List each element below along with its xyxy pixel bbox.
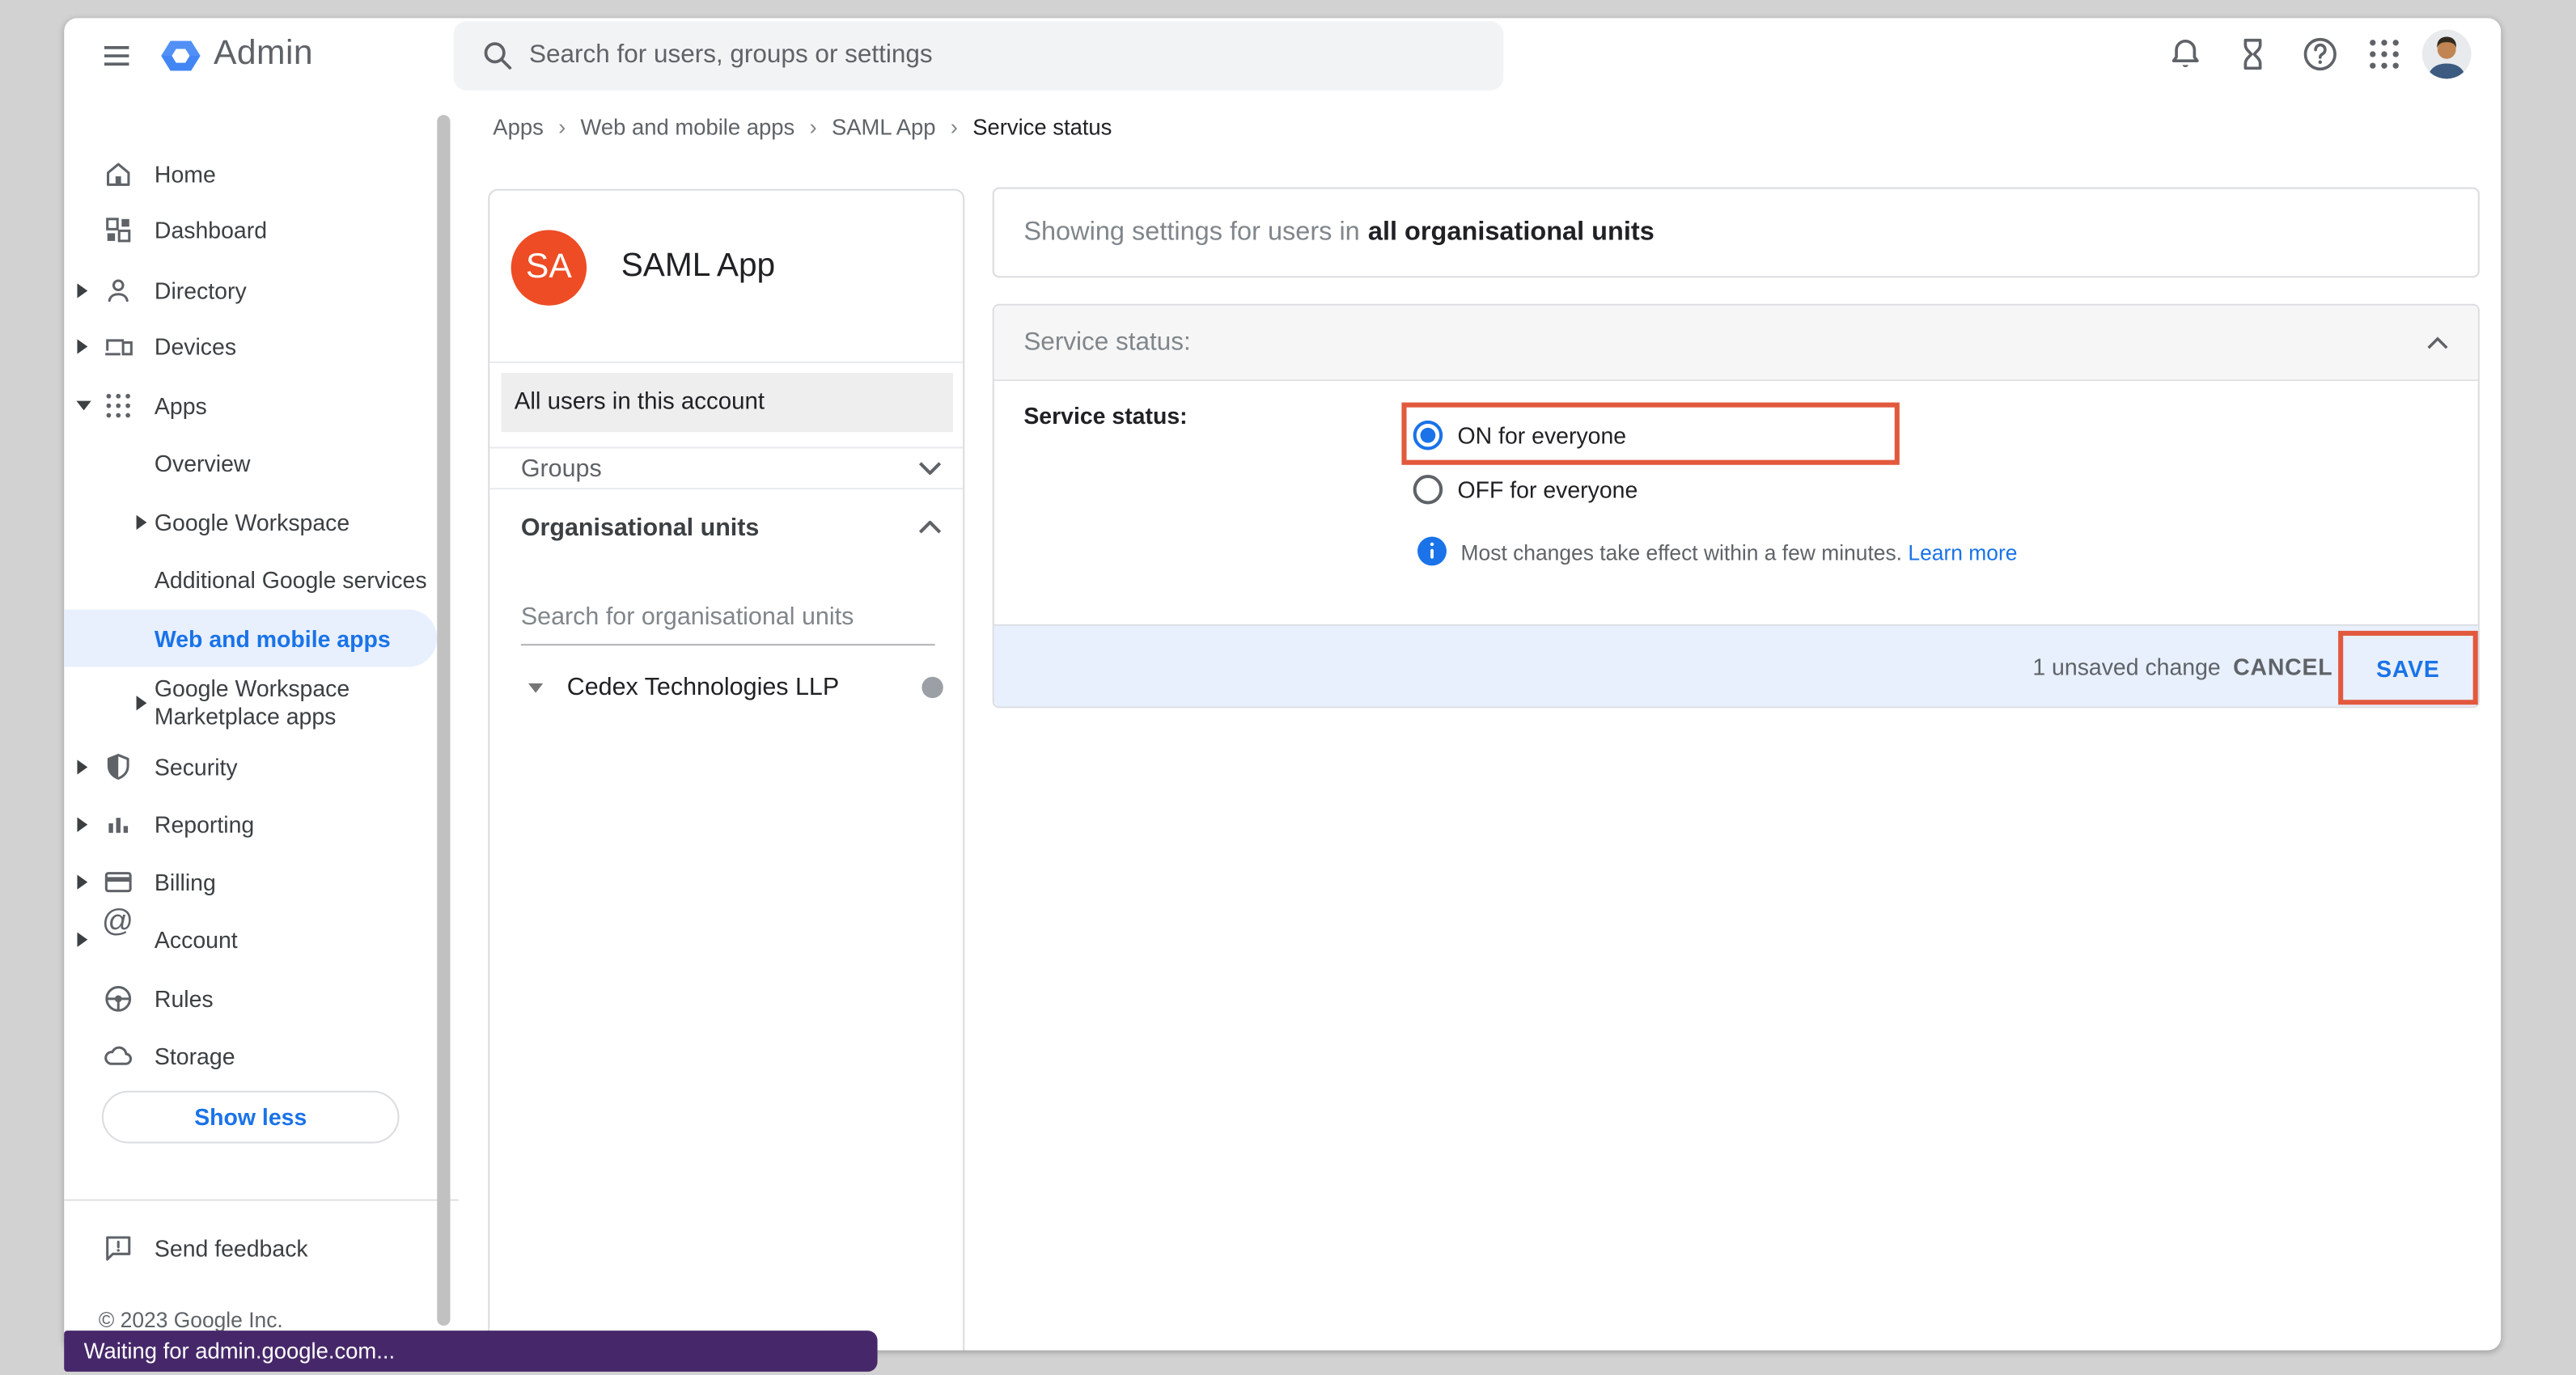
- breadcrumb-service-status: Service status: [972, 115, 1112, 139]
- expand-down-icon[interactable]: [75, 400, 91, 412]
- sidebar-item-web-and-mobile-apps[interactable]: Web and mobile apps: [64, 610, 437, 667]
- chevron-up-icon[interactable]: [2427, 336, 2448, 349]
- radio-label-on[interactable]: ON for everyone: [1457, 422, 1626, 448]
- admin-console-page: Admin: [0, 0, 2576, 1375]
- billing-icon: [102, 865, 135, 899]
- reporting-icon: [102, 808, 135, 841]
- expand-right-icon[interactable]: [75, 932, 88, 948]
- dashboard-icon: [102, 214, 135, 247]
- sidebar-item-devices[interactable]: Devices: [64, 319, 458, 374]
- devices-icon: [102, 330, 135, 363]
- sidebar-divider: [64, 1199, 458, 1201]
- search-input[interactable]: [529, 21, 1466, 90]
- org-units-search-input[interactable]: Search for organisational units: [521, 603, 932, 631]
- account-icon: @: [102, 923, 135, 956]
- service-status-section-header[interactable]: Service status:: [994, 306, 2478, 381]
- shield-icon: [102, 751, 135, 784]
- info-message: Most changes take effect within a few mi…: [1461, 540, 2018, 565]
- admin-logo-icon: [159, 35, 202, 78]
- chevron-up-icon[interactable]: [918, 521, 941, 534]
- scope-prefix-text: Showing settings for users in: [1023, 218, 1359, 248]
- menu-icon[interactable]: [100, 40, 133, 73]
- radio-off-icon[interactable]: [1412, 473, 1445, 506]
- divider: [489, 488, 963, 489]
- annotation-highlight-save: SAVE: [2338, 631, 2478, 704]
- org-units-section-header[interactable]: Organisational units: [521, 514, 760, 543]
- rules-icon: [102, 983, 135, 1016]
- sidebar-item-dashboard[interactable]: Dashboard: [64, 202, 458, 258]
- storage-icon: [102, 1040, 135, 1073]
- field-label: Service status:: [1023, 403, 1187, 429]
- feedback-icon: [102, 1232, 135, 1265]
- copyright-text: © 2023 Google Inc.: [99, 1308, 283, 1332]
- search-icon: [480, 38, 516, 74]
- browser-status-bar: Waiting for admin.google.com...: [64, 1331, 877, 1372]
- sidebar-item-gw-marketplace-apps[interactable]: Google Workspace Marketplace apps: [64, 667, 458, 739]
- all-users-item[interactable]: All users in this account: [501, 373, 953, 432]
- input-underline: [521, 644, 935, 645]
- org-unit-status-dot: [922, 677, 943, 698]
- apps-icon: [102, 389, 135, 422]
- org-unit-root-item[interactable]: Cedex Technologies LLP: [567, 674, 840, 702]
- learn-more-link[interactable]: Learn more: [1908, 540, 2017, 565]
- home-icon: [102, 158, 135, 191]
- cancel-button[interactable]: CANCEL: [2233, 654, 2332, 679]
- hourglass-icon[interactable]: [2233, 35, 2273, 74]
- sidebar-item-billing[interactable]: Billing: [64, 854, 458, 910]
- radio-label-off[interactable]: OFF for everyone: [1457, 476, 1638, 502]
- sidebar-item-rules[interactable]: Rules: [64, 971, 458, 1026]
- global-search[interactable]: [454, 21, 1504, 90]
- divider: [489, 362, 963, 363]
- sidebar-item-google-workspace[interactable]: Google Workspace: [64, 494, 458, 550]
- app-scope-panel: SA SAML App All users in this account Gr…: [488, 189, 964, 1351]
- sidebar-item-storage[interactable]: Storage: [64, 1028, 458, 1084]
- sidebar-item-reporting[interactable]: Reporting: [64, 797, 458, 852]
- groups-section-header[interactable]: Groups: [521, 455, 602, 484]
- info-icon: [1417, 535, 1448, 567]
- expand-right-icon[interactable]: [75, 338, 88, 354]
- sidebar-item-overview[interactable]: Overview: [64, 435, 458, 491]
- save-button[interactable]: SAVE: [2343, 636, 2472, 700]
- sidebar-scrollbar[interactable]: [437, 115, 450, 1326]
- radio-on-icon[interactable]: [1412, 419, 1445, 452]
- sidebar-item-account[interactable]: @ Account: [64, 912, 458, 967]
- bell-icon[interactable]: [2166, 35, 2205, 74]
- sidebar-item-directory[interactable]: Directory: [64, 263, 458, 319]
- directory-icon: [102, 274, 135, 307]
- help-icon[interactable]: [2300, 35, 2340, 74]
- breadcrumb-apps[interactable]: Apps: [493, 115, 544, 139]
- sidebar-item-security[interactable]: Security: [64, 739, 458, 795]
- expand-right-icon[interactable]: [75, 759, 88, 775]
- show-less-button[interactable]: Show less: [102, 1091, 400, 1144]
- scope-summary-card: Showing settings for users in all organi…: [993, 188, 2480, 278]
- send-feedback-button[interactable]: Send feedback: [64, 1221, 458, 1276]
- expand-right-icon[interactable]: [135, 695, 148, 711]
- sidebar-item-additional-google-services[interactable]: Additional Google services: [64, 552, 458, 607]
- chevron-down-icon[interactable]: [918, 462, 941, 475]
- service-status-card: Service status: Service status: ON for e…: [993, 304, 2480, 709]
- expand-right-icon[interactable]: [135, 514, 148, 531]
- unsaved-changes-text: 1 unsaved change: [2032, 654, 2220, 679]
- expand-right-icon[interactable]: [75, 816, 88, 832]
- section-title: Service status:: [1023, 328, 1190, 358]
- breadcrumb: Apps›Web and mobile apps›SAML App›Servic…: [493, 115, 1112, 139]
- tree-collapse-icon[interactable]: [527, 682, 544, 695]
- divider: [489, 446, 963, 448]
- sidebar-item-apps[interactable]: Apps: [64, 378, 458, 434]
- sidebar-item-home[interactable]: Home: [64, 146, 458, 202]
- user-avatar[interactable]: [2422, 30, 2472, 79]
- app-title: SAML App: [621, 248, 775, 286]
- scope-bold-text: all organisational units: [1368, 218, 1654, 248]
- apps-grid-icon[interactable]: [2365, 35, 2404, 74]
- breadcrumb-web-and-mobile-apps[interactable]: Web and mobile apps: [581, 115, 795, 139]
- breadcrumb-saml-app[interactable]: SAML App: [832, 115, 936, 139]
- app-window: Admin: [64, 18, 2501, 1350]
- app-avatar: SA: [511, 230, 587, 305]
- expand-right-icon[interactable]: [75, 282, 88, 298]
- save-bar: 1 unsaved change CANCEL SAVE: [994, 624, 2478, 707]
- page-title: Admin: [214, 35, 313, 74]
- expand-right-icon[interactable]: [75, 874, 88, 890]
